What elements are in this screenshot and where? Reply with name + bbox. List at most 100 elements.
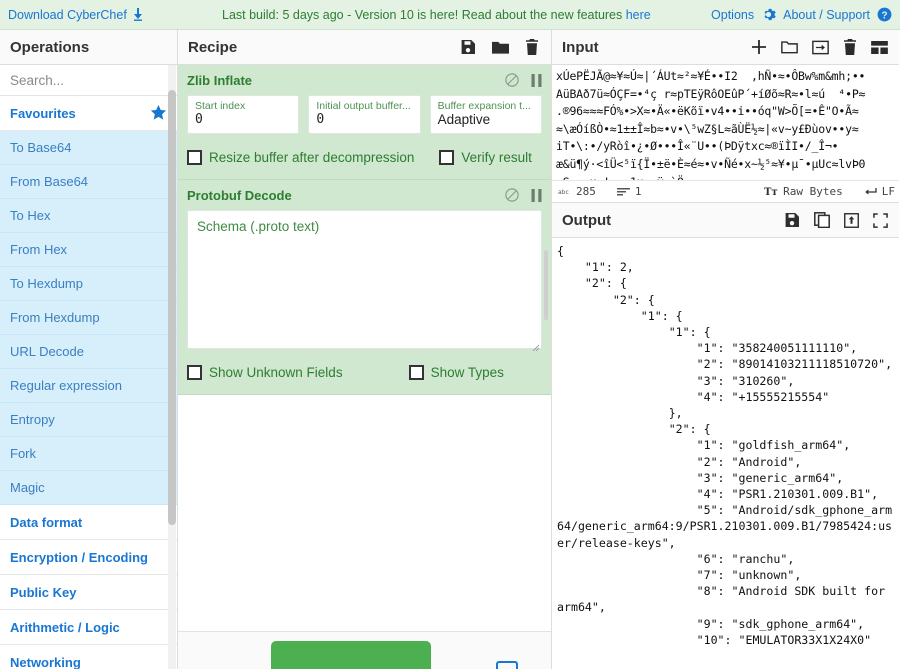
buffer-expansion-type-value: Adaptive	[438, 112, 534, 128]
options-label[interactable]: Options	[711, 8, 754, 22]
reset-pane-layout-icon[interactable]	[871, 41, 888, 54]
operation-item[interactable]: From Hexdump	[0, 301, 177, 335]
operations-scrollbar-thumb[interactable]	[168, 90, 176, 525]
textarea-resize-grip[interactable]	[531, 338, 539, 346]
operation-item[interactable]: From Hex	[0, 233, 177, 267]
download-cyberchef-link[interactable]: Download CyberChef	[8, 8, 144, 22]
svg-text:?: ?	[881, 10, 887, 21]
question-circle-icon[interactable]: ?	[877, 7, 892, 22]
start-index-field[interactable]: Start index 0	[187, 95, 299, 134]
verify-result-checkbox[interactable]	[439, 150, 454, 165]
character-count-icon: abc	[558, 187, 571, 196]
proto-schema-textarea[interactable]: Schema (.proto text)	[187, 210, 542, 349]
operation-item[interactable]: Magic	[0, 471, 177, 505]
save-output-icon[interactable]	[784, 212, 800, 228]
proto-schema-placeholder: Schema (.proto text)	[197, 219, 319, 234]
download-cyberchef-label[interactable]: Download CyberChef	[8, 8, 127, 22]
line-ending-icon[interactable]	[864, 187, 877, 197]
operation-item[interactable]: To Base64	[0, 131, 177, 165]
operation-category[interactable]: Public Key	[0, 575, 177, 610]
favourites-operation-list: To Base64From Base64To HexFrom HexTo Hex…	[0, 131, 177, 505]
build-info-text: Last build: 5 days ago - Version 10 is h…	[222, 8, 626, 22]
show-unknown-fields-label: Show Unknown Fields	[209, 365, 343, 380]
start-index-value: 0	[195, 112, 291, 128]
operation-category[interactable]: Data format	[0, 505, 177, 540]
protobuf-checkbox-row: Show Unknown Fields Show Types	[187, 365, 542, 380]
main-area: Operations Search... Favourites To Base6…	[0, 30, 900, 669]
operation-category[interactable]: Encryption / Encoding	[0, 540, 177, 575]
recipe-operation-controls	[505, 73, 542, 87]
input-charenc-value[interactable]: Raw Bytes	[783, 185, 843, 198]
recipe-operation-title: Zlib Inflate	[187, 73, 252, 88]
input-toolbar	[751, 39, 888, 55]
operation-item[interactable]: Regular expression	[0, 369, 177, 403]
recipe-header: Recipe	[178, 30, 551, 65]
load-recipe-icon[interactable]	[492, 40, 509, 55]
operation-item[interactable]: URL Decode	[0, 335, 177, 369]
clear-io-icon[interactable]	[843, 39, 857, 55]
recipe-pane: Recipe Zlib Inflate	[178, 30, 552, 669]
show-types-label: Show Types	[431, 365, 504, 380]
recipe-operation-protobuf-decode[interactable]: Protobuf Decode Schema (.proto text)	[178, 180, 551, 395]
recipe-toolbar	[460, 39, 539, 55]
output-title: Output	[562, 212, 611, 229]
input-pane: Input	[552, 30, 899, 203]
show-unknown-fields-checkbox[interactable]	[187, 365, 202, 380]
operations-scrollbar[interactable]	[168, 65, 176, 669]
search-input[interactable]: Search...	[0, 65, 177, 96]
save-recipe-icon[interactable]	[460, 39, 476, 55]
pause-icon[interactable]	[531, 74, 542, 87]
open-folder-icon[interactable]	[781, 40, 798, 54]
verify-result-label: Verify result	[461, 150, 532, 165]
top-banner: Download CyberChef Last build: 5 days ag…	[0, 0, 900, 30]
recipe-operations-list: Zlib Inflate Start index 0	[178, 65, 551, 631]
maximise-output-icon[interactable]	[873, 213, 888, 228]
resize-buffer-checkbox[interactable]	[187, 150, 202, 165]
about-support-label[interactable]: About / Support	[783, 8, 870, 22]
bake-button[interactable]	[271, 641, 431, 669]
operation-category[interactable]: Networking	[0, 645, 177, 669]
character-encoding-icon[interactable]: Tт	[764, 186, 778, 197]
recipe-operation-header: Zlib Inflate	[187, 65, 542, 95]
gear-icon[interactable]	[761, 7, 776, 22]
search-placeholder: Search...	[10, 73, 64, 88]
category-favourites[interactable]: Favourites	[0, 96, 177, 131]
input-lineending-value[interactable]: LF	[882, 185, 895, 198]
download-icon[interactable]	[132, 8, 144, 21]
replace-input-icon[interactable]	[844, 213, 859, 228]
input-textarea[interactable]: xÚePËJÃ@≈¥≈Ú≈|´ÁUt≈²≈¥É••I2 ‚hÑ•≈•ÔBw%m&…	[552, 65, 899, 180]
clear-recipe-icon[interactable]	[525, 39, 539, 55]
svg-text:Tт: Tт	[764, 187, 778, 197]
recipe-operation-zlib-inflate[interactable]: Zlib Inflate Start index 0	[178, 65, 551, 180]
operation-item[interactable]: Fork	[0, 437, 177, 471]
output-textarea[interactable]: { "1": 2, "2": { "2": { "1": { "1": { "1…	[552, 238, 899, 669]
copy-output-icon[interactable]	[814, 212, 830, 228]
input-status-left: abc 285 1	[558, 185, 642, 198]
initial-output-buffer-value: 0	[316, 112, 412, 128]
disable-icon[interactable]	[505, 188, 519, 202]
step-button[interactable]	[496, 661, 518, 669]
operation-item[interactable]: From Base64	[0, 165, 177, 199]
input-length-value: 285	[576, 185, 596, 198]
io-pane: Input	[552, 30, 899, 669]
operation-item[interactable]: To Hex	[0, 199, 177, 233]
buffer-expansion-type-select[interactable]: Buffer expansion t... Adaptive	[430, 95, 542, 134]
category-favourites-label: Favourites	[10, 106, 76, 121]
disable-icon[interactable]	[505, 73, 519, 87]
open-file-icon[interactable]	[812, 40, 829, 55]
show-types-checkbox[interactable]	[409, 365, 424, 380]
operation-item[interactable]: Entropy	[0, 403, 177, 437]
initial-output-buffer-field[interactable]: Initial output buffer... 0	[308, 95, 420, 134]
recipe-operation-title: Protobuf Decode	[187, 188, 292, 203]
operation-category[interactable]: Arithmetic / Logic	[0, 610, 177, 645]
pause-icon[interactable]	[531, 189, 542, 202]
add-input-tab-icon[interactable]	[751, 39, 767, 55]
new-features-link[interactable]: here	[626, 8, 651, 22]
recipe-scrollbar-thumb[interactable]	[544, 250, 548, 320]
recipe-scrollbar[interactable]	[542, 65, 550, 631]
input-lines-value: 1	[635, 185, 642, 198]
recipe-title: Recipe	[188, 39, 237, 56]
operation-item[interactable]: To Hexdump	[0, 267, 177, 301]
star-icon	[150, 105, 167, 121]
resize-buffer-label: Resize buffer after decompression	[209, 150, 414, 165]
